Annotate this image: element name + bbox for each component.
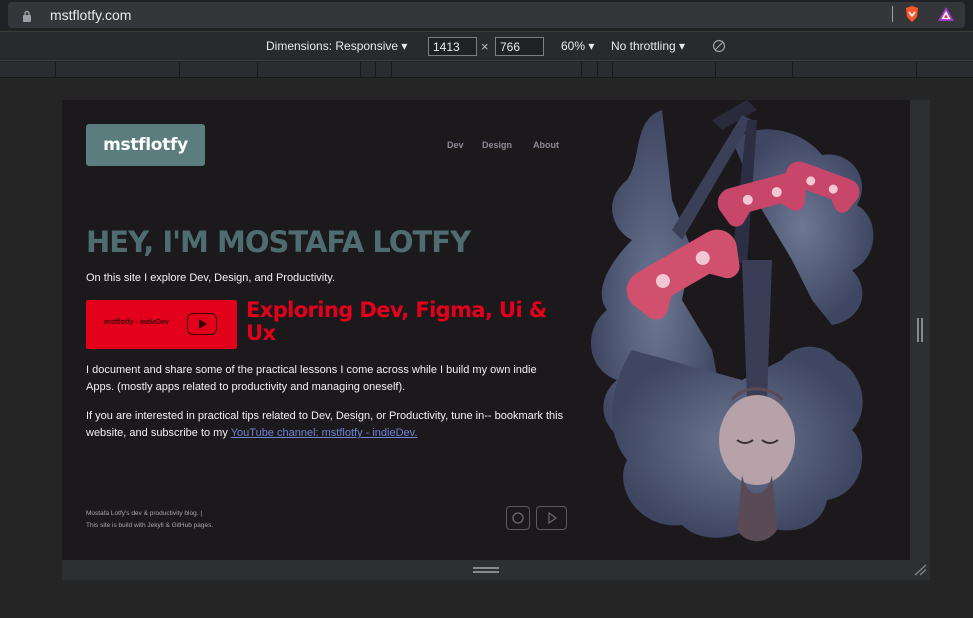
- dimensions-dropdown[interactable]: Dimensions: Responsive ▾: [266, 39, 407, 53]
- youtube-icon[interactable]: [536, 506, 567, 530]
- hero-illustration: [590, 100, 874, 542]
- media-query-segment[interactable]: [375, 62, 376, 78]
- youtube-video-title[interactable]: Exploring Dev, Figma, Ui & Ux: [246, 299, 566, 345]
- times-separator: ×: [481, 39, 489, 54]
- subscribe-paragraph: If you are interested in practical tips …: [86, 408, 566, 442]
- device-toolbar: Dimensions: Responsive ▾ × 60% ▾ No thro…: [0, 31, 973, 61]
- instagram-glyph: [512, 512, 524, 524]
- resize-corner-icon[interactable]: [913, 564, 927, 576]
- browser-address-bar: mstflotfy.com: [0, 0, 973, 30]
- media-query-segment[interactable]: [916, 62, 917, 78]
- dimensions-label: Dimensions: Responsive: [266, 39, 399, 53]
- media-query-segment[interactable]: [715, 62, 716, 78]
- footer-line: Mostafa Lotfy's dev & productivity blog.…: [86, 510, 203, 517]
- resize-handle-bottom[interactable]: [473, 567, 499, 573]
- url-text: mstflotfy.com: [50, 7, 132, 23]
- zoom-label: 60%: [561, 39, 586, 53]
- instagram-icon[interactable]: [506, 506, 530, 530]
- lock-icon: [23, 10, 31, 22]
- hero-headline: HEY, I'M MOSTAFA LOTFY: [86, 225, 471, 259]
- width-input[interactable]: [428, 37, 477, 56]
- triangle-extension-icon[interactable]: [937, 5, 955, 23]
- nav-link-dev[interactable]: Dev: [447, 140, 464, 150]
- chevron-down-icon: ▾: [679, 39, 686, 53]
- youtube-channel-link[interactable]: YouTube channel: mstflotfy - indieDev.: [231, 427, 418, 439]
- emulated-viewport: mstflotfy Dev Design About HEY, I'M MOST…: [62, 100, 910, 560]
- zoom-dropdown[interactable]: 60% ▾: [561, 39, 594, 53]
- nav-link-about[interactable]: About: [533, 140, 559, 150]
- footer-line: This site is build with Jekyll & GitHub …: [86, 522, 214, 529]
- site-logo[interactable]: mstflotfy: [86, 124, 205, 166]
- media-query-segment[interactable]: [391, 62, 392, 78]
- media-query-bar[interactable]: [0, 62, 973, 78]
- media-query-segment[interactable]: [257, 62, 258, 78]
- youtube-card[interactable]: mstflotfy - indieDev: [86, 300, 237, 349]
- chevron-down-icon: ▾: [588, 39, 595, 53]
- intro-text: On this site I explore Dev, Design, and …: [86, 272, 336, 284]
- throttling-dropdown[interactable]: No throttling ▾: [611, 39, 685, 53]
- url-field[interactable]: mstflotfy.com: [8, 2, 965, 28]
- about-paragraph: I document and share some of the practic…: [86, 364, 537, 393]
- site-footer: Mostafa Lotfy's dev & productivity blog.…: [86, 508, 213, 532]
- height-input[interactable]: [495, 37, 544, 56]
- nav-link-design[interactable]: Design: [482, 140, 512, 150]
- play-icon: [187, 313, 217, 335]
- throttling-label: No throttling: [611, 39, 676, 53]
- youtube-card-label: mstflotfy - indieDev: [104, 319, 169, 326]
- media-query-segment[interactable]: [581, 62, 582, 78]
- toolbar-separator: [892, 6, 893, 22]
- chevron-down-icon: ▾: [401, 39, 408, 53]
- media-query-segment[interactable]: [597, 62, 598, 78]
- media-query-segment[interactable]: [55, 62, 56, 78]
- media-query-segment[interactable]: [360, 62, 361, 78]
- media-query-segment[interactable]: [612, 62, 613, 78]
- brave-shield-icon[interactable]: [903, 5, 921, 23]
- resize-handle-right[interactable]: [917, 318, 923, 342]
- youtube-play-glyph: [548, 511, 558, 525]
- media-query-segment[interactable]: [792, 62, 793, 78]
- media-query-segment[interactable]: [179, 62, 180, 78]
- rotate-icon[interactable]: [712, 39, 726, 53]
